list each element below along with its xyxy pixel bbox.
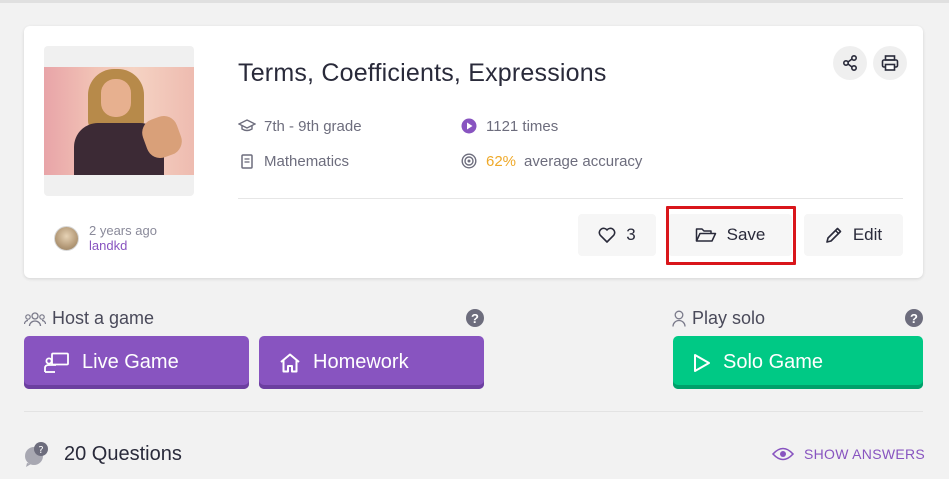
solo-game-button[interactable]: Solo Game xyxy=(673,336,923,389)
grade-meta: 7th - 9th grade xyxy=(238,117,362,135)
print-button[interactable] xyxy=(873,46,907,80)
grade-text: 7th - 9th grade xyxy=(264,117,362,135)
edit-button[interactable]: Edit xyxy=(804,214,903,256)
play-circle-icon xyxy=(460,117,478,135)
accuracy-meta: 62% average accuracy xyxy=(460,152,642,170)
quiz-card: Terms, Coefficients, Expressions 7th - 9… xyxy=(24,26,923,278)
homework-button[interactable]: Homework xyxy=(259,336,484,389)
author-info[interactable]: 2 years ago landkd xyxy=(54,223,157,253)
chat-bubbles-icon: ? xyxy=(25,442,48,467)
avatar[interactable] xyxy=(54,225,79,251)
accuracy-label: average accuracy xyxy=(524,152,643,170)
live-game-button[interactable]: Live Game xyxy=(24,336,249,389)
quiz-image xyxy=(44,67,194,175)
homework-label: Homework xyxy=(313,351,409,373)
quiz-title: Terms, Coefficients, Expressions xyxy=(238,59,607,87)
play-icon xyxy=(694,353,710,372)
eye-icon xyxy=(772,447,794,461)
questions-count: 20 Questions xyxy=(64,442,182,465)
card-divider xyxy=(238,198,903,199)
show-answers-button[interactable]: SHOW ANSWERS xyxy=(772,446,925,462)
users-icon xyxy=(24,311,46,326)
solo-game-label: Solo Game xyxy=(723,351,824,373)
question-circle-icon[interactable]: ? xyxy=(466,309,484,327)
questions-header: ? 20 Questions xyxy=(24,441,182,467)
plays-text: 1121 times xyxy=(486,117,559,135)
save-highlight-box xyxy=(666,206,796,265)
pencil-icon xyxy=(826,227,842,243)
svg-text:?: ? xyxy=(38,445,43,456)
host-game-text: Host a game xyxy=(52,308,155,328)
section-divider xyxy=(24,411,923,412)
presentation-icon xyxy=(44,352,69,373)
user-icon xyxy=(672,310,686,327)
accuracy-value: 62% xyxy=(486,152,517,170)
play-solo-label: Play solo xyxy=(672,308,765,329)
share-icon xyxy=(842,55,857,71)
like-count: 3 xyxy=(626,225,636,244)
author-name[interactable]: landkd xyxy=(89,238,157,253)
graduation-cap-icon xyxy=(238,117,256,135)
show-answers-label: SHOW ANSWERS xyxy=(804,446,926,462)
host-game-label: Host a game xyxy=(24,308,154,329)
like-button[interactable]: 3 xyxy=(578,214,656,256)
play-solo-text: Play solo xyxy=(692,308,766,328)
live-game-label: Live Game xyxy=(82,351,179,373)
book-icon xyxy=(238,152,256,170)
quiz-thumbnail xyxy=(44,46,194,196)
target-icon xyxy=(460,152,478,170)
share-button[interactable] xyxy=(833,46,867,80)
print-icon xyxy=(881,55,899,71)
plays-meta: 1121 times xyxy=(460,117,558,135)
heart-icon xyxy=(598,227,616,243)
question-circle-icon[interactable]: ? xyxy=(905,309,923,327)
top-border xyxy=(0,0,949,3)
edit-label: Edit xyxy=(852,225,883,244)
author-time: 2 years ago xyxy=(89,223,157,238)
home-icon xyxy=(280,353,300,372)
subject-text: Mathematics xyxy=(264,152,350,170)
subject-meta: Mathematics xyxy=(238,152,349,170)
